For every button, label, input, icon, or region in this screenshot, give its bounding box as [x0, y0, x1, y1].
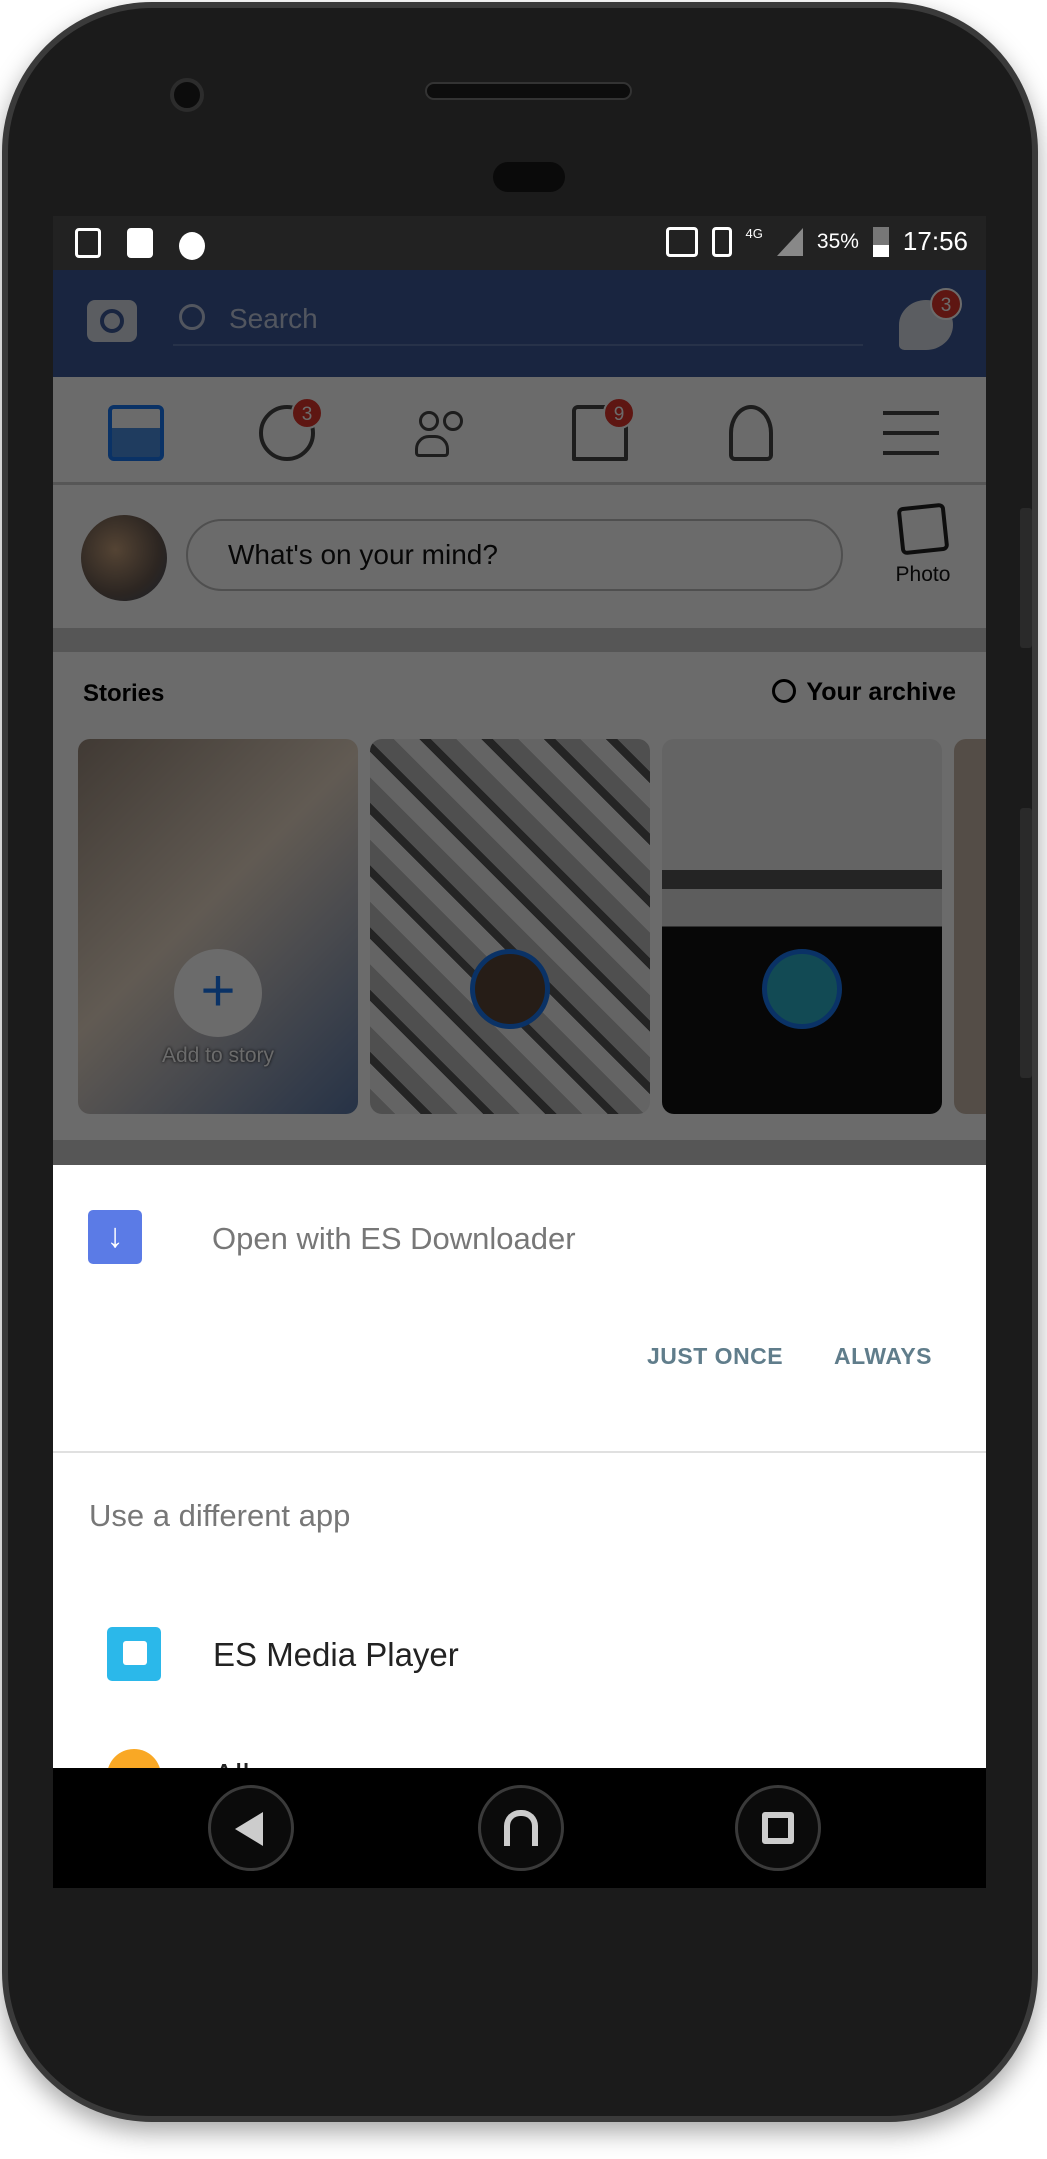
search-input[interactable]: Search — [173, 296, 863, 346]
archive-link[interactable]: Your archive — [772, 678, 956, 707]
tab-friends[interactable] — [415, 405, 471, 461]
back-button[interactable] — [208, 1785, 294, 1871]
proximity-sensor — [493, 162, 565, 192]
chooser-title: Open with ES Downloader — [212, 1221, 576, 1256]
home-button[interactable] — [478, 1785, 564, 1871]
recents-button[interactable] — [735, 1785, 821, 1871]
messenger-badge: 3 — [930, 288, 962, 320]
facebook-header: Search 3 — [53, 270, 986, 377]
album-icon — [107, 1749, 161, 1768]
app-label: ES Media Player — [213, 1636, 459, 1673]
tab-news-feed[interactable] — [108, 405, 164, 461]
home-icon — [504, 1810, 538, 1846]
volume-button — [1020, 508, 1032, 648]
story-card[interactable] — [954, 739, 986, 1114]
screen: 4G 35% 17:56 Search 3 3 9 What's on your… — [53, 216, 986, 1768]
stories-title: Stories — [83, 680, 165, 707]
divider — [53, 628, 986, 652]
story-card[interactable] — [662, 739, 942, 1114]
story-avatar — [470, 949, 550, 1029]
front-camera — [170, 78, 204, 112]
just-once-button[interactable]: JUST ONCE — [647, 1343, 783, 1370]
avatar[interactable] — [81, 515, 167, 601]
different-app-label: Use a different app — [89, 1498, 351, 1533]
tab-notifications[interactable] — [729, 405, 773, 461]
groups-badge: 3 — [291, 397, 323, 429]
always-button[interactable]: ALWAYS — [834, 1343, 932, 1370]
recents-icon — [762, 1812, 794, 1844]
tab-bar: 3 9 — [53, 377, 986, 485]
camera-icon[interactable] — [87, 300, 137, 342]
back-icon — [235, 1812, 263, 1846]
archive-clock-icon — [772, 679, 797, 703]
divider — [53, 1451, 986, 1453]
search-icon — [179, 304, 205, 330]
archive-label: Your archive — [806, 678, 956, 706]
system-nav-bar — [53, 1768, 986, 1888]
add-to-story-label: Add to story — [161, 1044, 275, 1067]
add-to-story-card[interactable]: + Add to story — [78, 739, 358, 1114]
dimmed-feed-scrim[interactable]: Search 3 3 9 What's on your mind? Photo … — [53, 216, 986, 1170]
app-list-item[interactable]: Album — [53, 1725, 986, 1768]
app-list-item[interactable]: ES Media Player — [53, 1565, 986, 1685]
speaker-grille — [425, 82, 632, 100]
es-downloader-icon: ↓ — [88, 1210, 142, 1264]
composer: What's on your mind? Photo — [53, 485, 986, 628]
photo-label: Photo — [895, 563, 951, 586]
marketplace-badge: 9 — [603, 397, 635, 429]
stories-section: Stories Your archive + Add to story — [53, 652, 986, 1140]
app-label: Album — [213, 1757, 307, 1768]
search-placeholder: Search — [229, 303, 318, 334]
photo-button[interactable]: Photo — [883, 502, 963, 587]
story-card[interactable] — [370, 739, 650, 1114]
plus-icon: + — [174, 949, 262, 1037]
power-button — [1020, 808, 1032, 1078]
app-chooser-sheet: ↓ Open with ES Downloader JUST ONCE ALWA… — [53, 1165, 986, 1768]
photo-icon — [896, 502, 950, 556]
story-avatar — [762, 949, 842, 1029]
status-composer-input[interactable]: What's on your mind? — [186, 519, 843, 591]
es-media-player-icon — [107, 1627, 161, 1681]
tab-menu[interactable] — [883, 411, 939, 455]
